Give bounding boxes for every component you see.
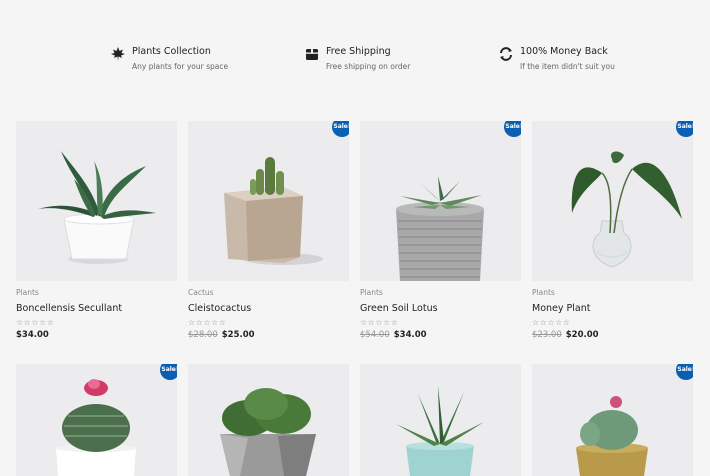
- plant-image-lotus: [360, 121, 521, 281]
- product-category[interactable]: Plants: [532, 288, 555, 297]
- product-price: $23.00 $20.00: [532, 330, 599, 340]
- features-bar: Plants Collection Any plants for your sp…: [0, 0, 710, 110]
- rating-stars: ☆☆☆☆☆: [16, 318, 55, 327]
- plant-image-aloe: [360, 364, 521, 476]
- refresh-icon: [500, 47, 512, 61]
- feature-subtitle: Any plants for your space: [132, 62, 229, 71]
- box-icon: [306, 49, 318, 60]
- rating-stars: ☆☆☆☆☆: [360, 318, 399, 327]
- product-price: $54.00 $34.00: [360, 330, 427, 340]
- product-category[interactable]: Plants: [16, 288, 39, 297]
- product-price: $34.00: [16, 330, 49, 340]
- sale-badge: Sale!: [676, 364, 693, 380]
- plant-image-cactus: [188, 121, 349, 281]
- product-image[interactable]: Sale!: [360, 121, 521, 281]
- sale-badge: Sale!: [504, 121, 521, 137]
- product-name[interactable]: Green Soil Lotus: [360, 303, 438, 314]
- plant-image-haworthia: [16, 121, 177, 281]
- plant-image-flowering-cactus: [16, 364, 177, 476]
- plant-image-cactus-gold-pot: [532, 364, 693, 476]
- sale-badge: Sale!: [676, 121, 693, 137]
- current-price: $34.00: [393, 330, 427, 340]
- product-image[interactable]: [188, 364, 349, 476]
- plant-image-moss-pot: [188, 364, 349, 476]
- product-name[interactable]: Boncellensis Secullant: [16, 303, 122, 314]
- rating-stars: ☆☆☆☆☆: [188, 318, 227, 327]
- sale-badge: Sale!: [160, 364, 177, 380]
- feature-subtitle: Free shipping on order: [326, 62, 411, 71]
- product-price: $28.00 $25.00: [188, 330, 255, 340]
- product-name[interactable]: Cleistocactus: [188, 303, 251, 314]
- product-name[interactable]: Money Plant: [532, 303, 590, 314]
- leaf-icon: [111, 47, 125, 61]
- feature-title: Free Shipping: [326, 46, 391, 57]
- product-image[interactable]: Sale!: [532, 364, 693, 476]
- product-image[interactable]: Sale!: [188, 121, 349, 281]
- feature-subtitle: If the item didn't suit you: [520, 62, 615, 71]
- sale-badge: Sale!: [332, 121, 349, 137]
- current-price: $20.00: [565, 330, 599, 340]
- product-image[interactable]: Sale!: [532, 121, 693, 281]
- product-category[interactable]: Cactus: [188, 288, 214, 297]
- product-image[interactable]: [360, 364, 521, 476]
- product-image[interactable]: [16, 121, 177, 281]
- product-category[interactable]: Plants: [360, 288, 383, 297]
- plant-image-money-plant: [532, 121, 693, 281]
- old-price: $54.00: [360, 330, 390, 340]
- current-price: $34.00: [16, 330, 49, 340]
- feature-title: Plants Collection: [132, 46, 211, 57]
- old-price: $23.00: [532, 330, 562, 340]
- current-price: $25.00: [221, 330, 255, 340]
- old-price: $28.00: [188, 330, 218, 340]
- product-image[interactable]: Sale!: [16, 364, 177, 476]
- feature-title: 100% Money Back: [520, 46, 608, 57]
- rating-stars: ☆☆☆☆☆: [532, 318, 571, 327]
